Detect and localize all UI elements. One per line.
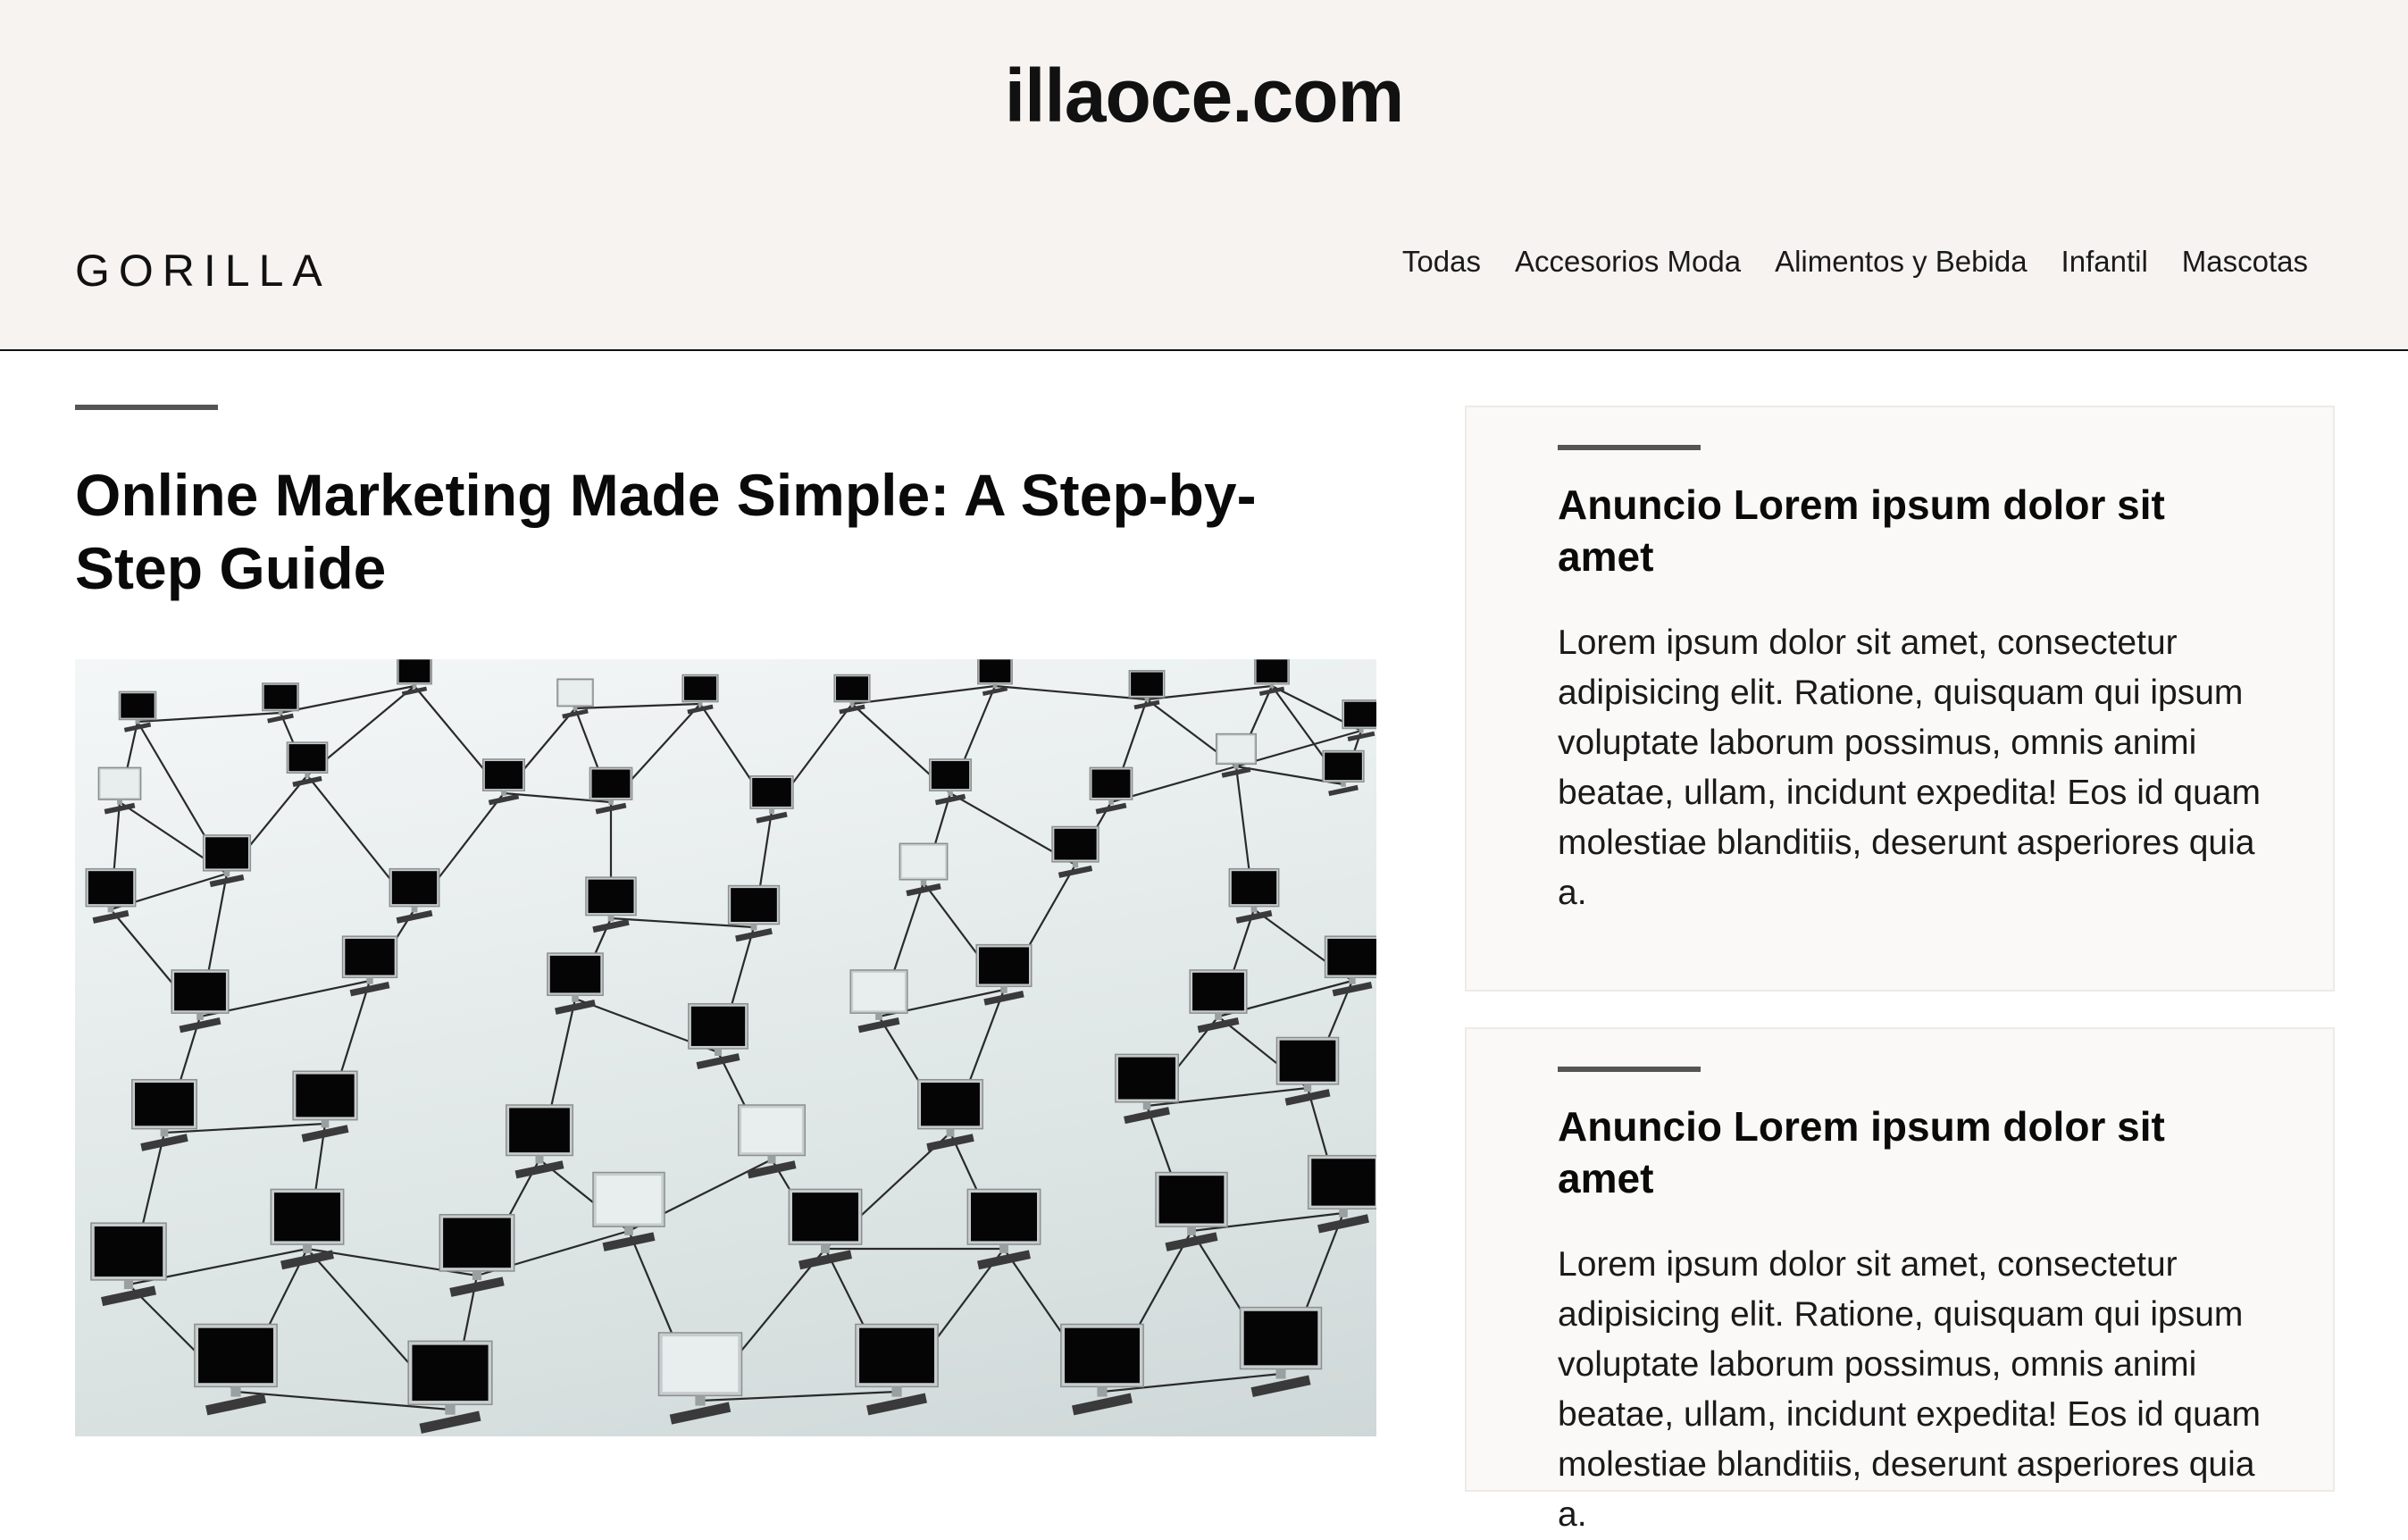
ad-title: Anuncio Lorem ipsum dolor sit amet bbox=[1558, 481, 2165, 580]
computer-monitor-icon bbox=[131, 1078, 197, 1151]
network-cable bbox=[280, 684, 415, 715]
nav-item-accesorios-moda[interactable]: Accesorios Moda bbox=[1515, 239, 1741, 284]
network-cable bbox=[994, 684, 1148, 701]
computer-monitor-icon bbox=[262, 682, 299, 724]
site-domain-title: illaoce.com bbox=[1004, 54, 1405, 138]
network-cable bbox=[137, 711, 281, 724]
computer-monitor-icon bbox=[171, 969, 230, 1034]
brand-logo-link[interactable]: GORILLA bbox=[75, 239, 331, 302]
site-header: illaoce.com GORILLA Todas Accesorios Mod… bbox=[0, 0, 2408, 351]
computer-monitor-icon bbox=[855, 1323, 939, 1416]
computer-monitor-icon bbox=[389, 867, 440, 924]
computer-monitor-icon bbox=[1254, 659, 1290, 696]
computer-monitor-icon bbox=[592, 1171, 665, 1251]
computer-monitor-icon bbox=[1307, 1154, 1376, 1234]
computer-monitor-icon bbox=[737, 1104, 807, 1179]
computer-monitor-icon bbox=[97, 766, 142, 815]
computer-monitor-icon bbox=[407, 1340, 493, 1434]
computer-monitor-icon bbox=[1228, 867, 1280, 924]
computer-monitor-icon bbox=[547, 952, 604, 1015]
computer-monitor-icon bbox=[118, 690, 157, 732]
ad-text: Lorem ipsum dolor sit amet, consectetur … bbox=[1558, 624, 2261, 912]
computer-monitor-icon bbox=[727, 884, 781, 942]
computer-monitor-icon bbox=[341, 935, 398, 997]
computer-monitor-icon bbox=[833, 674, 871, 715]
computer-monitor-icon bbox=[585, 876, 637, 933]
computer-monitor-icon bbox=[589, 766, 633, 815]
computer-monitor-icon bbox=[90, 1222, 167, 1307]
computer-monitor-icon bbox=[481, 758, 526, 806]
computer-monitor-icon bbox=[85, 867, 137, 924]
nav-item-alimentos-y-bebida[interactable]: Alimentos y Bebida bbox=[1775, 239, 2027, 284]
computer-monitor-icon bbox=[688, 1002, 748, 1070]
network-illustration bbox=[85, 659, 1376, 1434]
nav-item-todas[interactable]: Todas bbox=[1402, 239, 1481, 284]
network-cable bbox=[1146, 684, 1273, 701]
ad-card[interactable]: Anuncio Lorem ipsum dolor sit amet Lorem… bbox=[1465, 406, 2335, 992]
computer-monitor-icon bbox=[292, 1070, 358, 1142]
ad-title: Anuncio Lorem ipsum dolor sit amet bbox=[1558, 1103, 2165, 1201]
computer-monitor-icon bbox=[1115, 1053, 1179, 1125]
ad-accent-bar bbox=[1558, 445, 1701, 450]
nav-item-infantil[interactable]: Infantil bbox=[2061, 239, 2148, 284]
computer-monitor-icon bbox=[681, 674, 719, 715]
computer-monitor-icon bbox=[1189, 969, 1248, 1034]
computer-monitor-icon bbox=[928, 758, 973, 806]
computer-monitor-icon bbox=[975, 943, 1033, 1006]
computer-monitor-icon bbox=[505, 1104, 574, 1179]
computer-monitor-icon bbox=[1155, 1171, 1228, 1251]
computer-monitor-icon bbox=[194, 1323, 278, 1416]
computer-monitor-icon bbox=[966, 1188, 1041, 1270]
computer-monitor-icon bbox=[1322, 749, 1365, 797]
computer-monitor-icon bbox=[439, 1214, 515, 1297]
computer-monitor-icon bbox=[1051, 825, 1099, 878]
computer-monitor-icon bbox=[657, 1332, 743, 1425]
nav-item-mascotas[interactable]: Mascotas bbox=[2182, 239, 2308, 284]
ad-card[interactable]: Anuncio Lorem ipsum dolor sit amet Lorem… bbox=[1465, 1027, 2335, 1534]
computer-monitor-icon bbox=[749, 775, 794, 824]
title-accent-bar bbox=[75, 405, 218, 410]
computer-monitor-icon bbox=[1128, 670, 1166, 710]
computer-monitor-icon bbox=[899, 842, 949, 897]
computer-monitor-icon bbox=[1060, 1323, 1144, 1416]
computer-monitor-icon bbox=[1089, 766, 1133, 815]
article-main: Online Marketing Made Simple: A Step-by-… bbox=[75, 351, 1377, 1436]
computer-monitor-icon bbox=[1239, 1306, 1323, 1398]
main-nav: Todas Accesorios Moda Alimentos y Bebida… bbox=[1402, 239, 2308, 284]
computer-monitor-icon bbox=[1275, 1036, 1340, 1106]
computer-monitor-icon bbox=[556, 678, 594, 719]
computer-monitor-icon bbox=[788, 1188, 863, 1270]
ad-accent-bar bbox=[1558, 1067, 1701, 1072]
computer-monitor-icon bbox=[849, 969, 908, 1034]
article-title[interactable]: Online Marketing Made Simple: A Step-by-… bbox=[75, 458, 1361, 605]
computer-monitor-icon bbox=[397, 659, 432, 696]
computer-monitor-icon bbox=[270, 1188, 345, 1270]
computer-monitor-icon bbox=[977, 659, 1013, 696]
ad-text: Lorem ipsum dolor sit amet, consectetur … bbox=[1558, 1245, 2261, 1534]
computer-monitor-icon bbox=[286, 741, 329, 787]
network-cable bbox=[574, 702, 701, 710]
network-of-computers-image[interactable] bbox=[75, 659, 1376, 1436]
network-cable bbox=[851, 684, 996, 706]
computer-monitor-icon bbox=[1324, 935, 1376, 997]
computer-monitor-icon bbox=[917, 1078, 983, 1151]
